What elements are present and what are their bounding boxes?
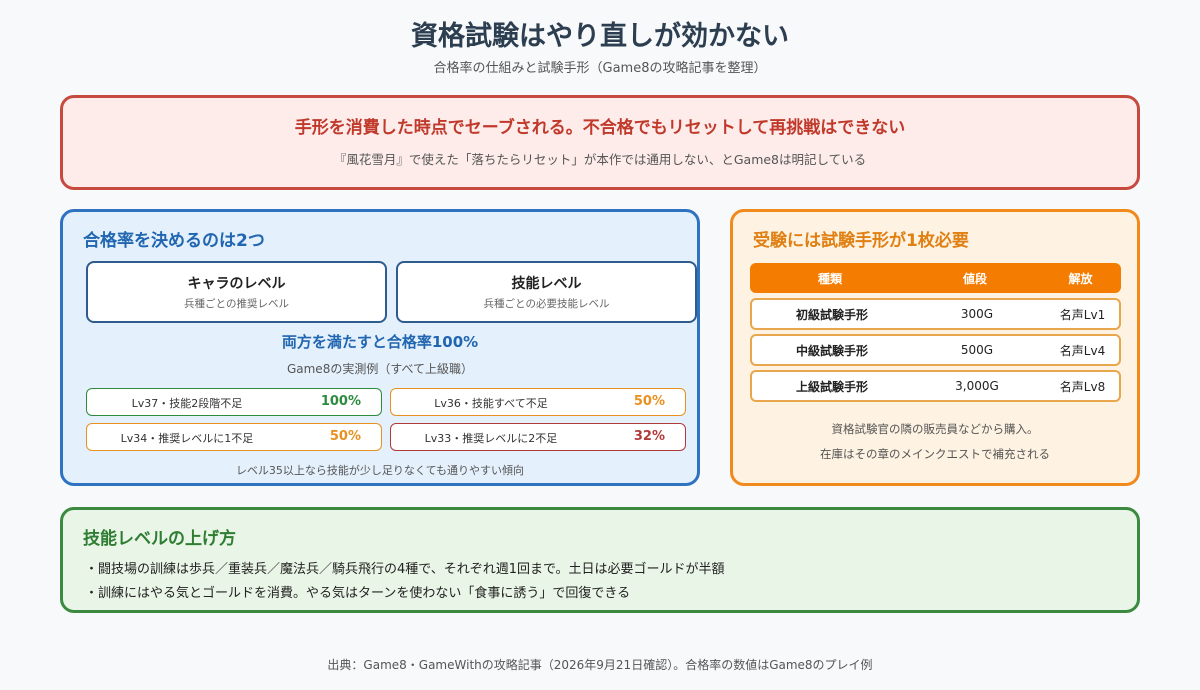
factor-card-skill-level: 技能レベル 兵種ごとの必要技能レベル (396, 261, 697, 323)
seal-price: 500G (960, 343, 994, 357)
factor-desc: 兵種ごとの推奨レベル (184, 298, 289, 310)
warning-box: 手形を消費した時点でセーブされる。不合格でもリセットして再挑戦はできない 『風花… (60, 95, 1140, 190)
example-label: Lv37・技能2段階不足 (131, 397, 243, 410)
example-item: Lv33・推奨レベルに2不足 32% (390, 423, 686, 451)
exam-seal-panel: 受験には試験手形が1枚必要 種類 値段 解放 初級試験手形 300G 名声Lv1… (730, 209, 1140, 486)
example-rate: 50% (633, 394, 665, 409)
example-item: Lv37・技能2段階不足 100% (86, 388, 382, 416)
warning-subtitle: 『風花雪月』で使えた「落ちたらリセット」が本作では通用しない、とGame8は明記… (333, 152, 867, 167)
seal-note-restock: 在庫はその章のメインクエストで補充される (820, 447, 1050, 461)
seal-price: 300G (960, 307, 994, 321)
example-item: Lv34・推奨レベルに1不足 50% (86, 423, 382, 451)
seal-name: 中級試験手形 (795, 343, 868, 358)
table-row: 中級試験手形 500G 名声Lv4 (750, 334, 1121, 366)
seal-note-purchase: 資格試験官の隣の販売員などから購入。 (831, 422, 1039, 436)
exam-seal-heading: 受験には試験手形が1枚必要 (753, 231, 969, 251)
seal-table-header: 種類 値段 解放 (750, 263, 1121, 293)
list-item: ・闘技場の訓練は歩兵／重装兵／魔法兵／騎兵飛行の4種で、それぞれ週1回まで。土日… (85, 562, 725, 577)
skill-training-panel: 技能レベルの上げ方 ・闘技場の訓練は歩兵／重装兵／魔法兵／騎兵飛行の4種で、それ… (60, 507, 1140, 613)
example-label: Lv33・推奨レベルに2不足 (424, 432, 558, 445)
skill-training-heading: 技能レベルの上げ方 (83, 529, 236, 549)
seal-unlock: 名声Lv4 (1059, 343, 1106, 358)
example-rate: 100% (320, 394, 361, 409)
factor-name: 技能レベル (511, 276, 582, 292)
seal-unlock: 名声Lv1 (1059, 307, 1106, 322)
column-header-unlock: 解放 (1068, 271, 1093, 286)
factor-card-character-level: キャラのレベル 兵種ごとの推奨レベル (86, 261, 387, 323)
page-subtitle: 合格率の仕組みと試験手形（Game8の攻略記事を整理） (433, 61, 767, 76)
source-footer: 出典：Game8・GameWithの攻略記事（2026年9月21日確認）。合格率… (327, 658, 873, 672)
full-pass-condition: 両方を満たすと合格率100% (281, 333, 479, 351)
factor-desc: 兵種ごとの必要技能レベル (483, 298, 610, 310)
example-label: Lv34・推奨レベルに1不足 (120, 432, 254, 445)
seal-unlock: 名声Lv8 (1059, 379, 1106, 394)
warning-title: 手形を消費した時点でセーブされる。不合格でもリセットして再挑戦はできない (294, 118, 906, 138)
table-row: 初級試験手形 300G 名声Lv1 (750, 298, 1121, 330)
example-label: Lv36・技能すべて不足 (434, 397, 548, 410)
column-header-type: 種類 (817, 271, 842, 286)
pass-rate-panel: 合格率を決めるのは2つ キャラのレベル 兵種ごとの推奨レベル 技能レベル 兵種ご… (60, 209, 700, 486)
seal-name: 上級試験手形 (795, 379, 868, 394)
page-title: 資格試験はやり直しが効かない (411, 21, 789, 52)
factor-name: キャラのレベル (187, 276, 286, 292)
example-rate: 32% (633, 429, 665, 444)
example-rate: 50% (329, 429, 361, 444)
seal-name: 初級試験手形 (795, 307, 868, 322)
seal-price: 3,000G (955, 379, 999, 393)
pass-rate-note: レベル35以上なら技能が少し足りなくても通りやすい傾向 (235, 464, 525, 477)
column-header-price: 値段 (962, 271, 987, 286)
list-item: ・訓練にはやる気とゴールドを消費。やる気はターンを使わない「食事に誘う」で回復で… (85, 586, 631, 601)
table-row: 上級試験手形 3,000G 名声Lv8 (750, 370, 1121, 402)
examples-label: Game8の実測例（すべて上級職） (286, 362, 474, 376)
example-item: Lv36・技能すべて不足 50% (390, 388, 686, 416)
pass-rate-heading: 合格率を決めるのは2つ (83, 231, 265, 251)
